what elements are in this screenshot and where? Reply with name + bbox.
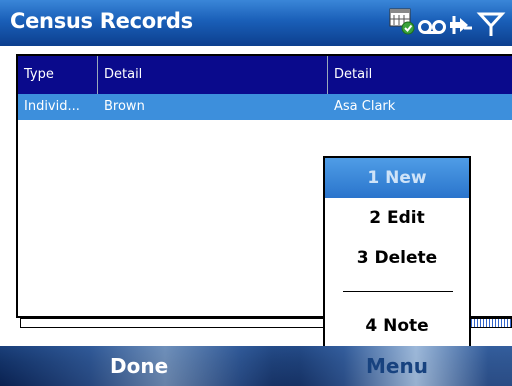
column-header-type[interactable]: Type (18, 56, 98, 94)
voicemail-icon (418, 20, 446, 34)
column-header-detail-2[interactable]: Detail (328, 56, 512, 94)
connection-arrows-icon (450, 16, 472, 34)
menu-item-edit[interactable]: 2 Edit (325, 198, 469, 238)
done-button[interactable]: Done (110, 354, 168, 378)
calendar-sync-icon (389, 8, 415, 35)
table-row[interactable]: Individ... Brown Asa Clark (18, 94, 512, 120)
status-icons (388, 6, 506, 40)
signal-antenna-icon (476, 12, 506, 36)
column-header-detail[interactable]: Detail (98, 56, 328, 94)
softkey-bar: Done Menu (0, 346, 512, 386)
scrollbar-thumb[interactable] (471, 319, 511, 327)
menu-item-delete[interactable]: 3 Delete (325, 238, 469, 278)
title-bar: Census Records (0, 0, 512, 46)
cell-detail: Brown (104, 99, 145, 114)
menu-item-new[interactable]: 1 New (325, 158, 469, 198)
menu-separator (343, 291, 453, 292)
cell-detail-2: Asa Clark (334, 99, 396, 114)
cell-type: Individ... (24, 99, 80, 114)
popup-menu: 1 New 2 Edit 3 Delete 4 Note (323, 156, 471, 346)
list-header: Type Detail Detail (18, 56, 512, 94)
menu-item-note[interactable]: 4 Note (325, 306, 469, 346)
menu-button[interactable]: Menu (366, 354, 428, 378)
window-title: Census Records (10, 9, 193, 33)
